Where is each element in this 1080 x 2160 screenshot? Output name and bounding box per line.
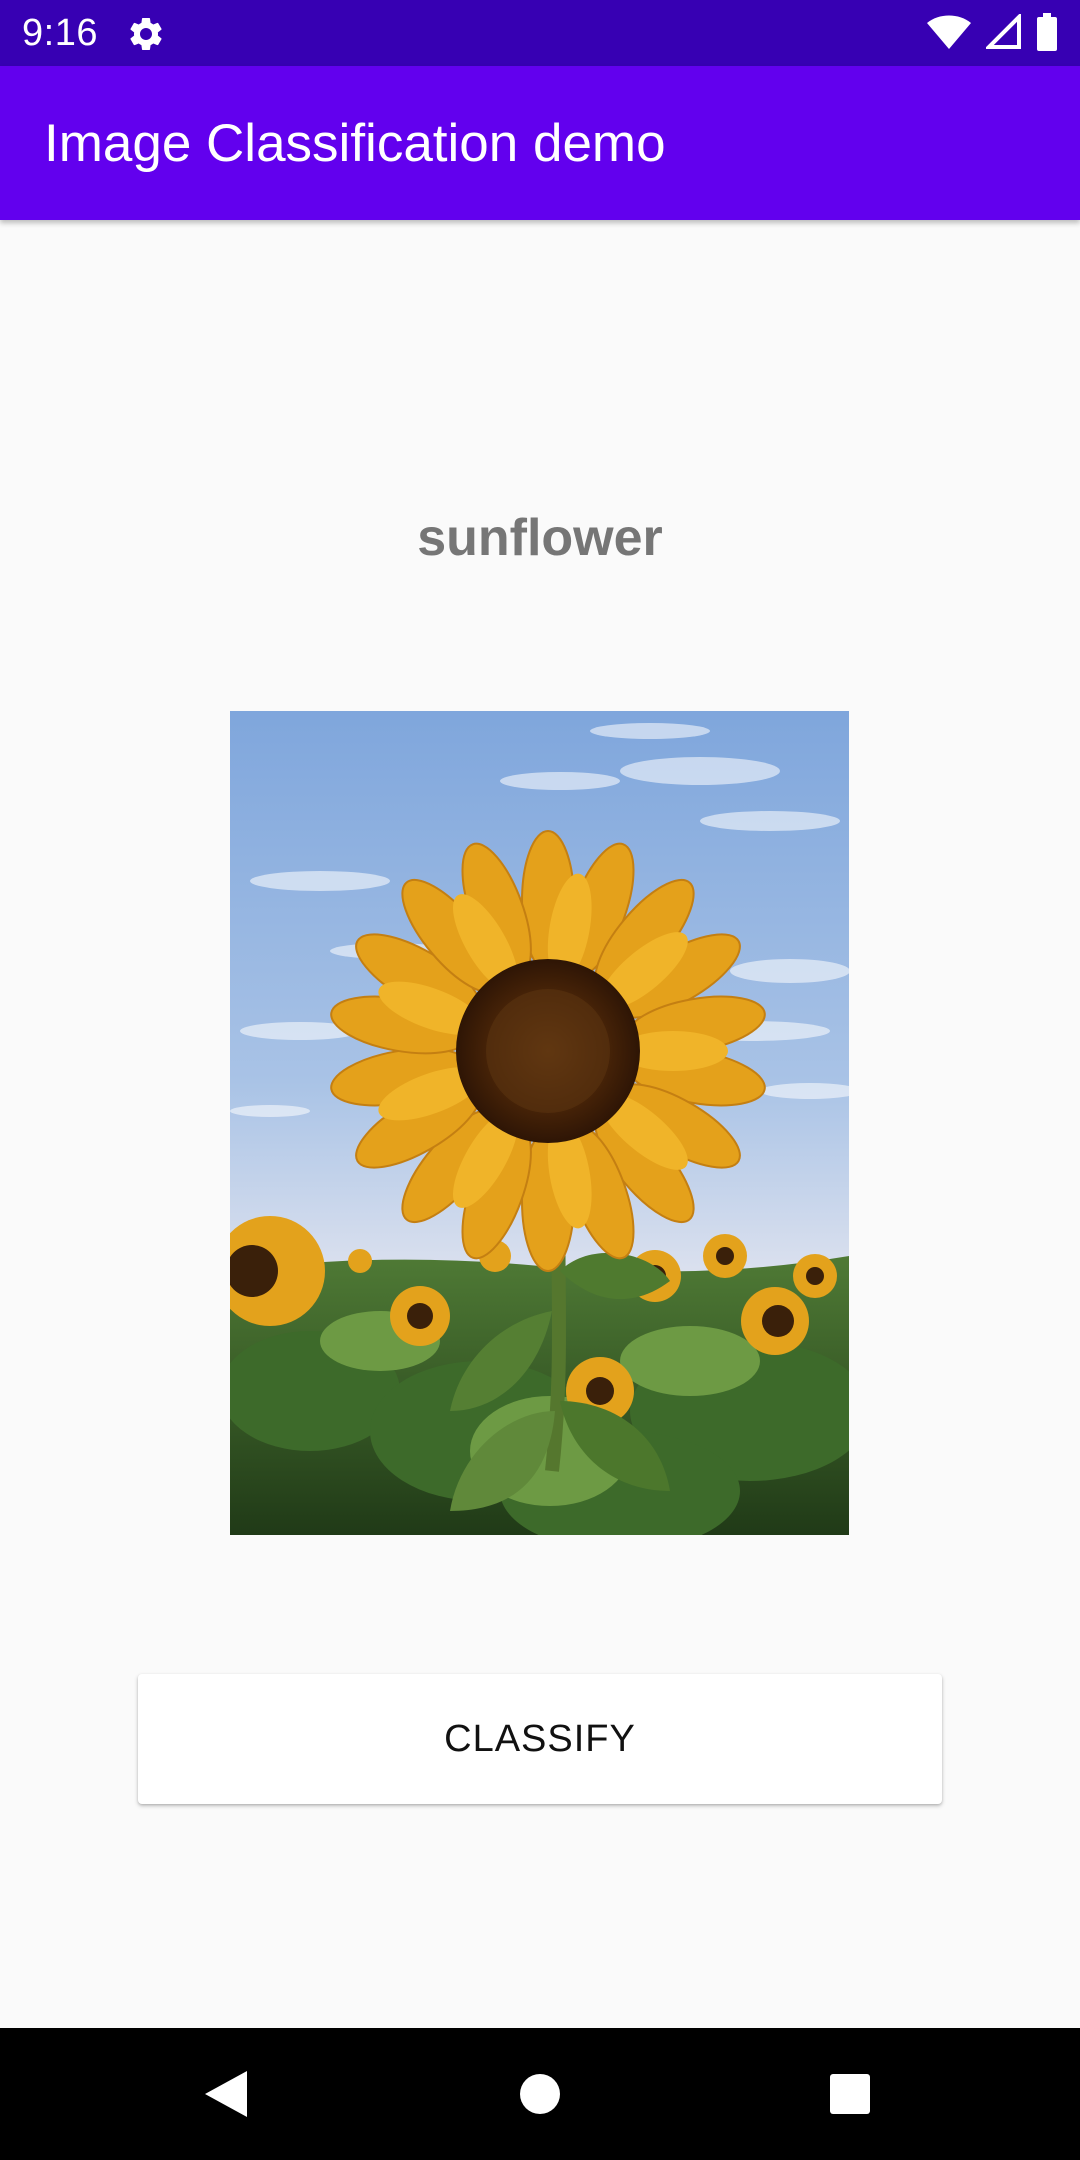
classify-button[interactable]: CLASSIFY — [138, 1674, 942, 1804]
app-title: Image Classification demo — [44, 114, 666, 173]
signal-icon — [984, 11, 1022, 55]
sunflower-photo — [230, 711, 849, 1535]
navigation-bar — [0, 2028, 1080, 2160]
battery-icon — [1036, 12, 1058, 56]
status-time: 9:16 — [22, 12, 98, 54]
status-icons — [926, 11, 1058, 56]
wifi-icon — [926, 14, 972, 55]
back-icon[interactable] — [190, 2058, 262, 2130]
app-bar: Image Classification demo — [0, 66, 1080, 220]
gear-icon — [126, 14, 166, 54]
recents-icon[interactable] — [814, 2058, 886, 2130]
status-bar: 9:16 — [0, 0, 1080, 66]
home-icon[interactable] — [504, 2058, 576, 2130]
classification-result: sunflower — [417, 509, 663, 567]
